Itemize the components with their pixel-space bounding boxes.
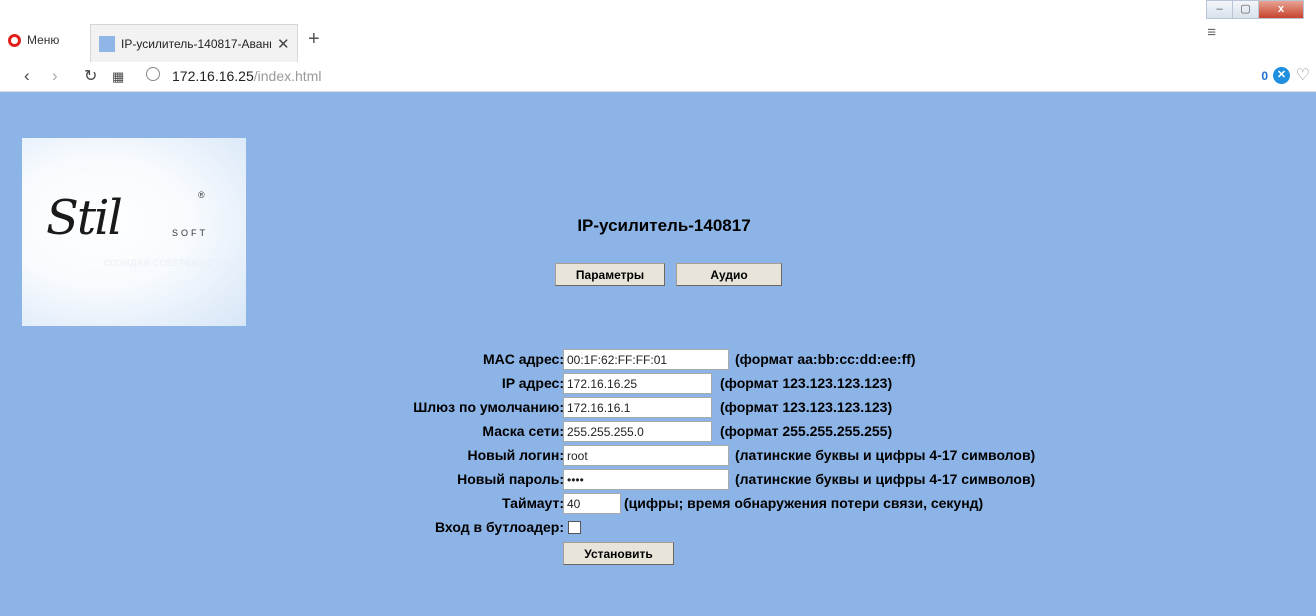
maximize-icon[interactable]: ▢ (1232, 0, 1259, 19)
timeout-hint: (цифры; время обнаружения потери связи, … (624, 495, 984, 511)
params-tab-button[interactable]: Параметры (555, 263, 665, 286)
mac-hint: (формат aa:bb:cc:dd:ee:ff) (735, 351, 916, 367)
url-host: 172.16.16.25 (172, 68, 254, 84)
login-hint: (латинские буквы и цифры 4-17 символов) (735, 447, 1036, 463)
mask-row: Маска сети: (формат 255.255.255.255) (0, 420, 1316, 444)
adblock-icon[interactable]: ✕ (1273, 67, 1290, 84)
page-content: Stil ® SOFT СОЗИДАЯ СОВЕРШЕНСТВО IP-усил… (0, 92, 1316, 616)
submit-button[interactable]: Установить (563, 542, 674, 565)
speed-dial-icon[interactable]: ▦ (112, 69, 124, 85)
password-label: Новый пароль: (457, 471, 564, 487)
password-input[interactable] (563, 469, 729, 490)
bootloader-checkbox[interactable] (568, 521, 581, 534)
tab-title: IP-усилитель-140817-Аванп (121, 36, 271, 51)
password-hint: (латинские буквы и цифры 4-17 символов) (735, 471, 1036, 487)
page-title: IP-усилитель-140817 (577, 216, 751, 235)
logo-slogan: СОЗИДАЯ СОВЕРШЕНСТВО (104, 258, 233, 268)
bookmark-heart-icon[interactable]: ♡ (1296, 65, 1310, 85)
ip-label: IP адрес: (501, 375, 564, 391)
opera-menu-button[interactable]: Меню (8, 30, 59, 50)
login-label: Новый логин: (467, 447, 564, 463)
bootloader-label: Вход в бутлоадер: (434, 519, 564, 535)
page-favicon-icon (99, 35, 115, 52)
address-bar: ‹ › ↻ ▦ 172.16.16.25/index.html 0 ✕ ♡ (0, 62, 1316, 92)
minimize-icon[interactable]: – (1206, 0, 1233, 19)
reload-icon[interactable]: ↻ (84, 66, 97, 86)
browser-tabbar: Меню IP-усилитель-140817-Аванп ✕ + ≡ – ▢… (0, 0, 1316, 62)
logo-registered-mark: ® (198, 190, 205, 200)
url-path: /index.html (253, 68, 322, 84)
ip-input[interactable] (563, 373, 712, 394)
mac-row: MAC адрес: (формат aa:bb:cc:dd:ee:ff) (0, 348, 1316, 372)
gateway-hint: (формат 123.123.123.123) (720, 399, 893, 415)
gateway-input[interactable] (563, 397, 712, 418)
easy-setup-icon[interactable]: ≡ (1207, 24, 1216, 41)
new-tab-icon[interactable]: + (308, 28, 320, 51)
window-controls: – ▢ x (1206, 0, 1304, 19)
audio-tab-button[interactable]: Аудио (676, 263, 782, 286)
timeout-input[interactable] (563, 493, 621, 514)
login-row: Новый логин: (латинские буквы и цифры 4-… (0, 444, 1316, 468)
browser-tab[interactable]: IP-усилитель-140817-Аванп ✕ (90, 24, 298, 62)
menu-label: Меню (27, 33, 60, 47)
gateway-row: Шлюз по умолчанию: (формат 123.123.123.1… (0, 396, 1316, 420)
back-icon[interactable]: ‹ (24, 66, 30, 86)
mac-input[interactable] (563, 349, 729, 370)
submit-row: Установить (0, 542, 1316, 566)
timeout-row: Таймаут: (цифры; время обнаружения потер… (0, 492, 1316, 516)
close-tab-icon[interactable]: ✕ (277, 35, 290, 53)
ip-hint: (формат 123.123.123.123) (720, 375, 893, 391)
globe-icon (146, 67, 160, 81)
gateway-label: Шлюз по умолчанию: (413, 399, 564, 415)
bootloader-row: Вход в бутлоадер: (0, 516, 1316, 540)
password-row: Новый пароль: (латинские буквы и цифры 4… (0, 468, 1316, 492)
forward-icon[interactable]: › (52, 66, 58, 86)
adblock-count: 0 (1261, 69, 1268, 83)
login-input[interactable] (563, 445, 729, 466)
mac-label: MAC адрес: (482, 351, 564, 367)
ip-row: IP адрес: (формат 123.123.123.123) (0, 372, 1316, 396)
url-field[interactable]: 172.16.16.25/index.html (172, 68, 321, 84)
opera-logo-icon (8, 33, 21, 47)
mask-input[interactable] (563, 421, 712, 442)
window-close-icon[interactable]: x (1258, 0, 1304, 19)
timeout-label: Таймаут: (501, 495, 564, 511)
mask-label: Маска сети: (482, 423, 564, 439)
mask-hint: (формат 255.255.255.255) (720, 423, 893, 439)
